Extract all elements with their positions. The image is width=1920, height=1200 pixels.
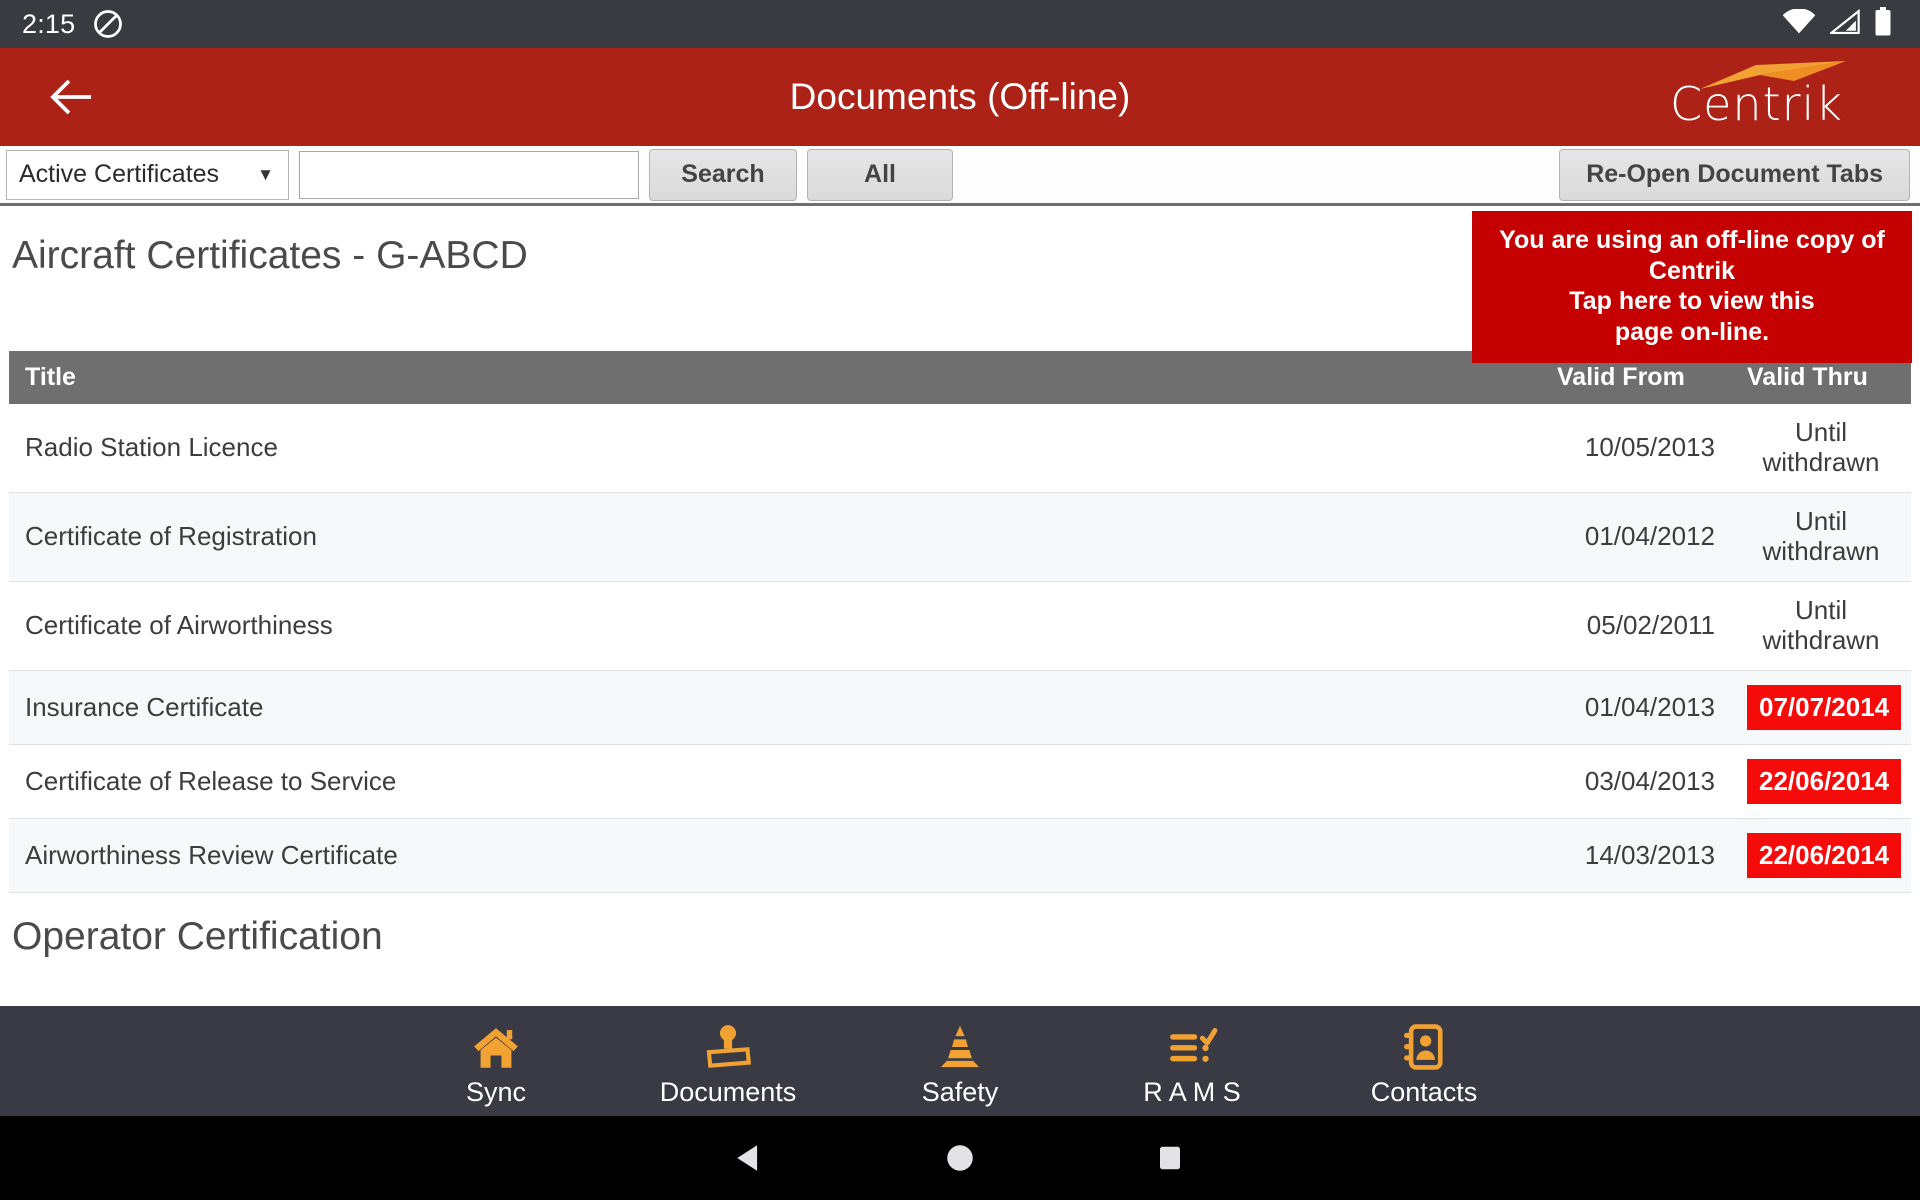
battery-icon [1874,6,1892,42]
search-button[interactable]: Search [649,148,797,201]
cell-title: Insurance Certificate [9,670,1541,745]
cell-title: Certificate of Airworthiness [9,581,1541,671]
aircraft-certificates-heading: Aircraft Certificates - G-ABCD [12,234,528,277]
table-row[interactable]: Radio Station Licence 10/05/2013 Until wit… [9,404,1911,493]
cellular-signal-icon [1828,8,1860,40]
reopen-document-tabs-button[interactable]: Re-Open Document Tabs [1559,148,1910,201]
document-content: Aircraft Certificates - G-ABCD You are u… [0,206,1920,1006]
nav-item-label: R A M S [1143,1076,1241,1107]
table-row[interactable]: Certificate of Airworthiness 05/02/2011 Un… [9,581,1911,671]
all-button[interactable]: All [807,148,953,201]
cell-valid-thru: 22/06/2014 [1731,744,1911,819]
cell-title: Certificate of Release to Service [9,744,1541,819]
page-title: Documents (Off-line) [789,76,1131,117]
nav-item-sync[interactable]: Sync [406,1015,586,1108]
valid-thru-text: Until withdrawn [1762,594,1880,655]
expired-date-badge: 22/06/2014 [1747,832,1902,878]
offline-banner-line-3: Tap here to view this [1569,287,1815,315]
expired-date-badge: 07/07/2014 [1747,684,1902,730]
system-navigation-bar [0,1116,1920,1200]
offline-banner-line-1: You are using an off-line copy of [1499,226,1885,254]
centrik-logo-text: Centrik [1670,77,1843,131]
offline-copy-banner[interactable]: You are using an off-line copy of Centri… [1472,211,1912,363]
centrik-logo: Centrik [1670,61,1890,133]
cell-valid-from: 05/02/2011 [1541,581,1731,671]
filter-toolbar: Active Certificates ▼ Search All Re-Open… [0,146,1920,206]
cell-valid-from: 14/03/2013 [1541,818,1731,893]
expired-date-badge: 22/06/2014 [1747,758,1902,804]
cell-title: Certificate of Registration [9,492,1541,582]
address-book-icon [1399,1015,1449,1073]
cell-valid-from: 03/04/2013 [1541,744,1731,819]
nav-item-contacts[interactable]: Contacts [1334,1015,1514,1108]
page-header: Aircraft Certificates - G-ABCD You are u… [0,206,1920,363]
nav-item-label: Contacts [1370,1076,1478,1107]
nav-item-label: Sync [465,1076,527,1107]
app-bar: Documents (Off-line) Centrik [0,48,1920,146]
table-row[interactable]: Certificate of Release to Service 03/04/2… [9,744,1911,819]
android-screen: 2:15 Documents (Off-line) Centrik Active… [0,0,1920,1200]
cell-valid-from: 01/04/2013 [1541,670,1731,745]
valid-thru-text: Until withdrawn [1762,505,1880,566]
traffic-cone-icon [934,1015,986,1073]
cell-title: Radio Station Licence [9,404,1541,493]
valid-thru-text: Until withdrawn [1762,417,1880,477]
certificate-filter-select[interactable]: Active Certificates ▼ [6,149,289,200]
cell-valid-thru: 07/07/2014 [1731,670,1911,745]
system-recents-button[interactable] [1065,1143,1275,1173]
system-back-button[interactable] [645,1141,855,1175]
stamp-icon [700,1015,756,1073]
chevron-down-icon: ▼ [257,164,274,184]
cell-valid-thru: Until withdrawn [1731,492,1911,582]
certificates-table: Title Valid From Valid Thru Radio Statio… [9,351,1911,893]
home-icon [469,1015,523,1073]
back-arrow-icon[interactable] [42,67,102,127]
cell-valid-from: 01/04/2012 [1541,492,1731,582]
table-row[interactable]: Insurance Certificate 01/04/2013 07/07/201… [9,670,1911,745]
certificate-filter-value: Active Certificates [19,160,220,188]
cell-valid-thru: 22/06/2014 [1731,818,1911,893]
nav-item-safety[interactable]: Safety [870,1015,1050,1108]
status-bar: 2:15 [0,0,1920,48]
cell-valid-from: 10/05/2013 [1541,404,1731,493]
operator-certification-heading: Operator Certification [12,914,383,958]
nav-item-label: Safety [921,1076,999,1107]
status-bar-clock: 2:15 [22,8,76,39]
search-input[interactable] [299,150,639,199]
table-row[interactable]: Airworthiness Review Certificate 14/03/20… [9,818,1911,893]
wifi-icon [1782,7,1816,40]
nav-item-rams[interactable]: R A M S [1102,1015,1282,1108]
bottom-navigation: Sync Documents Safety R A M S Contacts [0,1006,1920,1116]
cell-title: Airworthiness Review Certificate [9,818,1541,893]
table-body: Radio Station Licence 10/05/2013 Until wit… [9,404,1911,893]
nav-item-label: Documents [659,1076,797,1107]
table-row[interactable]: Certificate of Registration 01/04/2012 Unt… [9,492,1911,582]
cell-valid-thru: Until withdrawn [1731,581,1911,671]
status-bar-icons [1782,6,1898,42]
checklist-icon [1164,1015,1220,1073]
nav-item-documents[interactable]: Documents [638,1015,818,1108]
cell-valid-thru: Until withdrawn [1731,404,1911,493]
offline-banner-line-2: Centrik [1648,256,1736,285]
system-home-button[interactable] [855,1141,1065,1175]
do-not-disturb-icon [93,9,123,39]
offline-banner-line-4: page on-line. [1614,317,1770,346]
column-header-title[interactable]: Title [9,351,1541,404]
